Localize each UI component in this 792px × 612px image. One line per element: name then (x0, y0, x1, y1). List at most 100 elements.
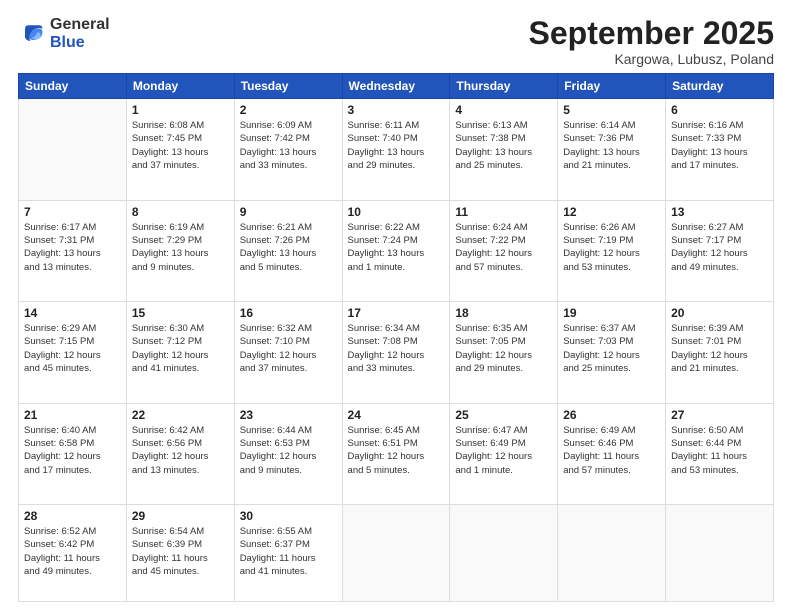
day-number: 12 (563, 205, 660, 219)
day-number: 5 (563, 103, 660, 117)
col-saturday: Saturday (666, 74, 774, 99)
day-info: Sunrise: 6:35 AM Sunset: 7:05 PM Dayligh… (455, 322, 552, 375)
day-number: 14 (24, 306, 121, 320)
day-info: Sunrise: 6:47 AM Sunset: 6:49 PM Dayligh… (455, 424, 552, 477)
day-number: 8 (132, 205, 229, 219)
calendar-header-row: Sunday Monday Tuesday Wednesday Thursday… (19, 74, 774, 99)
day-number: 26 (563, 408, 660, 422)
table-cell: 29 Sunrise: 6:54 AM Sunset: 6:39 PM Dayli… (126, 505, 234, 602)
day-info: Sunrise: 6:16 AM Sunset: 7:33 PM Dayligh… (671, 119, 768, 172)
day-info: Sunrise: 6:30 AM Sunset: 7:12 PM Dayligh… (132, 322, 229, 375)
table-cell: 2 Sunrise: 6:09 AM Sunset: 7:42 PM Daylig… (234, 99, 342, 201)
title-block: September 2025 Kargowa, Lubusz, Poland (529, 16, 774, 67)
day-number: 18 (455, 306, 552, 320)
day-number: 30 (240, 509, 337, 523)
table-cell (666, 505, 774, 602)
day-number: 16 (240, 306, 337, 320)
table-cell: 24 Sunrise: 6:45 AM Sunset: 6:51 PM Dayli… (342, 403, 450, 505)
table-cell: 8 Sunrise: 6:19 AM Sunset: 7:29 PM Daylig… (126, 200, 234, 302)
table-cell: 16 Sunrise: 6:32 AM Sunset: 7:10 PM Dayli… (234, 302, 342, 404)
table-cell: 13 Sunrise: 6:27 AM Sunset: 7:17 PM Dayli… (666, 200, 774, 302)
day-number: 7 (24, 205, 121, 219)
day-info: Sunrise: 6:29 AM Sunset: 7:15 PM Dayligh… (24, 322, 121, 375)
day-number: 17 (348, 306, 445, 320)
table-cell: 7 Sunrise: 6:17 AM Sunset: 7:31 PM Daylig… (19, 200, 127, 302)
day-info: Sunrise: 6:50 AM Sunset: 6:44 PM Dayligh… (671, 424, 768, 477)
day-info: Sunrise: 6:42 AM Sunset: 6:56 PM Dayligh… (132, 424, 229, 477)
table-cell: 21 Sunrise: 6:40 AM Sunset: 6:58 PM Dayli… (19, 403, 127, 505)
day-info: Sunrise: 6:26 AM Sunset: 7:19 PM Dayligh… (563, 221, 660, 274)
table-cell: 20 Sunrise: 6:39 AM Sunset: 7:01 PM Dayli… (666, 302, 774, 404)
day-number: 9 (240, 205, 337, 219)
day-info: Sunrise: 6:24 AM Sunset: 7:22 PM Dayligh… (455, 221, 552, 274)
col-monday: Monday (126, 74, 234, 99)
day-number: 10 (348, 205, 445, 219)
table-cell: 19 Sunrise: 6:37 AM Sunset: 7:03 PM Dayli… (558, 302, 666, 404)
table-cell (342, 505, 450, 602)
day-info: Sunrise: 6:52 AM Sunset: 6:42 PM Dayligh… (24, 525, 121, 578)
day-number: 25 (455, 408, 552, 422)
day-info: Sunrise: 6:34 AM Sunset: 7:08 PM Dayligh… (348, 322, 445, 375)
table-cell (450, 505, 558, 602)
day-number: 2 (240, 103, 337, 117)
page: General Blue September 2025 Kargowa, Lub… (0, 0, 792, 612)
logo-general: General (50, 16, 110, 33)
day-info: Sunrise: 6:49 AM Sunset: 6:46 PM Dayligh… (563, 424, 660, 477)
header: General Blue September 2025 Kargowa, Lub… (18, 16, 774, 67)
table-cell: 5 Sunrise: 6:14 AM Sunset: 7:36 PM Daylig… (558, 99, 666, 201)
table-cell: 12 Sunrise: 6:26 AM Sunset: 7:19 PM Dayli… (558, 200, 666, 302)
calendar-table: Sunday Monday Tuesday Wednesday Thursday… (18, 73, 774, 602)
day-number: 24 (348, 408, 445, 422)
day-number: 4 (455, 103, 552, 117)
table-cell: 4 Sunrise: 6:13 AM Sunset: 7:38 PM Daylig… (450, 99, 558, 201)
table-cell (558, 505, 666, 602)
day-number: 11 (455, 205, 552, 219)
col-tuesday: Tuesday (234, 74, 342, 99)
col-wednesday: Wednesday (342, 74, 450, 99)
day-info: Sunrise: 6:17 AM Sunset: 7:31 PM Dayligh… (24, 221, 121, 274)
day-number: 29 (132, 509, 229, 523)
day-info: Sunrise: 6:14 AM Sunset: 7:36 PM Dayligh… (563, 119, 660, 172)
day-info: Sunrise: 6:09 AM Sunset: 7:42 PM Dayligh… (240, 119, 337, 172)
day-info: Sunrise: 6:45 AM Sunset: 6:51 PM Dayligh… (348, 424, 445, 477)
day-info: Sunrise: 6:37 AM Sunset: 7:03 PM Dayligh… (563, 322, 660, 375)
table-cell: 1 Sunrise: 6:08 AM Sunset: 7:45 PM Daylig… (126, 99, 234, 201)
day-info: Sunrise: 6:21 AM Sunset: 7:26 PM Dayligh… (240, 221, 337, 274)
day-info: Sunrise: 6:08 AM Sunset: 7:45 PM Dayligh… (132, 119, 229, 172)
logo-icon (18, 20, 46, 48)
day-number: 28 (24, 509, 121, 523)
table-cell: 10 Sunrise: 6:22 AM Sunset: 7:24 PM Dayli… (342, 200, 450, 302)
table-cell: 26 Sunrise: 6:49 AM Sunset: 6:46 PM Dayli… (558, 403, 666, 505)
location: Kargowa, Lubusz, Poland (529, 51, 774, 67)
day-number: 1 (132, 103, 229, 117)
table-cell: 30 Sunrise: 6:55 AM Sunset: 6:37 PM Dayli… (234, 505, 342, 602)
table-cell (19, 99, 127, 201)
table-cell: 27Sunrise: 6:50 AM Sunset: 6:44 PM Dayli… (666, 403, 774, 505)
logo-blue: Blue (50, 34, 85, 51)
col-sunday: Sunday (19, 74, 127, 99)
day-info: Sunrise: 6:11 AM Sunset: 7:40 PM Dayligh… (348, 119, 445, 172)
day-info: Sunrise: 6:27 AM Sunset: 7:17 PM Dayligh… (671, 221, 768, 274)
table-cell: 14 Sunrise: 6:29 AM Sunset: 7:15 PM Dayli… (19, 302, 127, 404)
col-friday: Friday (558, 74, 666, 99)
logo-text: General Blue (50, 16, 110, 51)
table-cell: 11 Sunrise: 6:24 AM Sunset: 7:22 PM Dayli… (450, 200, 558, 302)
table-cell: 6Sunrise: 6:16 AM Sunset: 7:33 PM Daylig… (666, 99, 774, 201)
day-info: Sunrise: 6:19 AM Sunset: 7:29 PM Dayligh… (132, 221, 229, 274)
day-number: 21 (24, 408, 121, 422)
day-info: Sunrise: 6:39 AM Sunset: 7:01 PM Dayligh… (671, 322, 768, 375)
logo: General Blue (18, 16, 110, 51)
day-number: 20 (671, 306, 768, 320)
day-info: Sunrise: 6:22 AM Sunset: 7:24 PM Dayligh… (348, 221, 445, 274)
day-info: Sunrise: 6:40 AM Sunset: 6:58 PM Dayligh… (24, 424, 121, 477)
day-info: Sunrise: 6:54 AM Sunset: 6:39 PM Dayligh… (132, 525, 229, 578)
day-number: 13 (671, 205, 768, 219)
table-cell: 25 Sunrise: 6:47 AM Sunset: 6:49 PM Dayli… (450, 403, 558, 505)
table-cell: 23Sunrise: 6:44 AM Sunset: 6:53 PM Dayli… (234, 403, 342, 505)
day-info: Sunrise: 6:32 AM Sunset: 7:10 PM Dayligh… (240, 322, 337, 375)
day-info: Sunrise: 6:44 AM Sunset: 6:53 PM Dayligh… (240, 424, 337, 477)
day-number: 19 (563, 306, 660, 320)
day-info: Sunrise: 6:55 AM Sunset: 6:37 PM Dayligh… (240, 525, 337, 578)
day-info: Sunrise: 6:13 AM Sunset: 7:38 PM Dayligh… (455, 119, 552, 172)
day-number: 15 (132, 306, 229, 320)
